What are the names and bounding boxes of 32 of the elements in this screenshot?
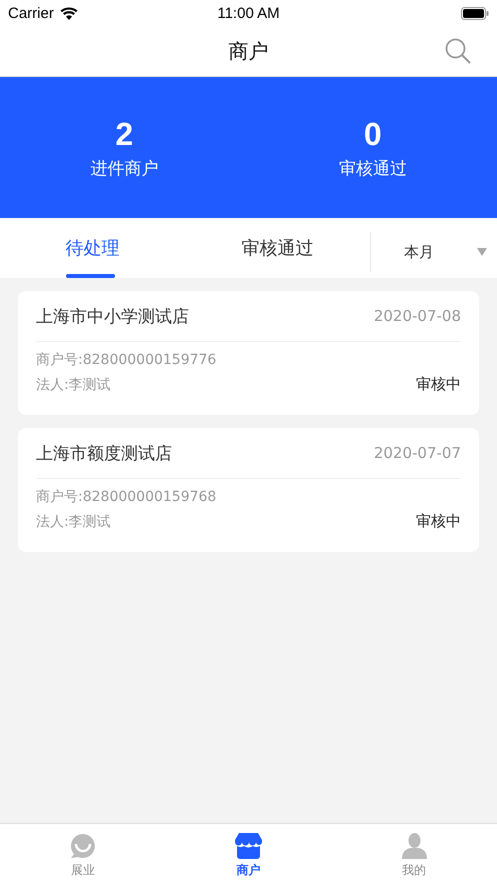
bottom-tab[interactable]: 商户 (166, 824, 332, 883)
merchant-name: 上海市中小学测试店 (36, 306, 189, 328)
stat-label: 审核通过 (338, 158, 407, 180)
search-icon[interactable] (445, 38, 471, 64)
review-status: 审核中 (416, 375, 461, 394)
page-title: 商户 (228, 38, 268, 64)
stat-value: 0 (364, 116, 382, 152)
chat-icon (69, 833, 96, 859)
clock-time: 11:00 AM (217, 4, 280, 22)
caret-icon (477, 248, 487, 256)
merchant-card[interactable]: 上海市中小学测试店 2020-07-08 商户号:828000000159776 法人:李测试 审核中 (18, 291, 479, 415)
wifi-icon (60, 6, 78, 20)
period-dropdown[interactable]: 本月 (370, 232, 497, 272)
merchant-number: 商户号:828000000159768 (36, 488, 218, 506)
review-status: 审核中 (416, 512, 461, 531)
merchant-card[interactable]: 上海市额度测试店 2020-07-07 商户号:828000000159768 法人:李测试 审核中 (18, 428, 479, 552)
legal-person: 法人:李测试 (36, 376, 111, 394)
stat-value: 2 (115, 116, 134, 152)
bottom-tab[interactable]: 我的 (331, 824, 497, 883)
carrier-label: Carrier (8, 4, 54, 22)
merchant-name: 上海市额度测试店 (36, 442, 172, 464)
stat-label: 进件商户 (90, 158, 158, 180)
merchant-number: 商户号:828000000159776 (36, 351, 218, 369)
merchant-date: 2020-07-08 (374, 307, 461, 325)
legal-person: 法人:李测试 (36, 512, 111, 530)
battery-icon (460, 6, 489, 20)
shop-icon (235, 833, 262, 859)
person-icon (400, 833, 428, 859)
bottom-tab[interactable]: 展业 (0, 824, 166, 883)
tab[interactable]: 审核通过 (185, 218, 370, 278)
merchant-date: 2020-07-07 (374, 444, 461, 462)
tab[interactable]: 待处理 (0, 218, 185, 278)
